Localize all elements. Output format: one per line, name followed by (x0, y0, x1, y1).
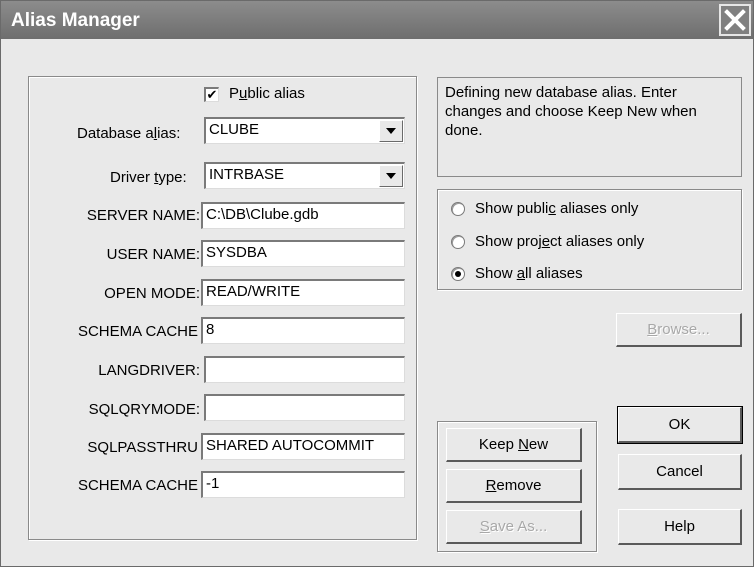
cancel-button-label: Cancel (656, 463, 703, 480)
browse-button[interactable]: Browse... (616, 313, 742, 347)
close-icon (724, 9, 746, 31)
schema-cache-field[interactable]: 8 (201, 317, 405, 344)
public-alias-checkbox[interactable]: ✔ (204, 87, 219, 102)
show-project-label[interactable]: Show project aliases only (475, 233, 644, 250)
help-button-label: Help (664, 518, 695, 535)
remove-button-label: Remove (485, 477, 542, 494)
show-all-label[interactable]: Show all aliases (475, 265, 583, 282)
help-button[interactable]: Help (618, 509, 742, 545)
server-name-field[interactable]: C:\DB\Clube.gdb (201, 202, 405, 229)
param-label: USER NAME: (106, 246, 200, 263)
langdriver-field[interactable] (204, 356, 405, 383)
alias-manager-window: Alias Manager ✔ Public alias Database al… (0, 0, 754, 567)
user-name-field[interactable]: SYSDBA (201, 240, 405, 267)
show-public-radio[interactable] (451, 202, 465, 216)
database-alias-label: Database alias: (77, 125, 181, 142)
sqlqrymode-field[interactable] (204, 394, 405, 421)
keep-new-button[interactable]: Keep New (446, 428, 582, 462)
cancel-button[interactable]: Cancel (618, 454, 742, 490)
chevron-down-icon (386, 173, 396, 179)
chevron-down-icon (386, 128, 396, 134)
show-public-label[interactable]: Show public aliases only (475, 200, 638, 217)
database-alias-value: CLUBE (209, 121, 260, 138)
database-alias-combo[interactable]: CLUBE (204, 117, 405, 144)
ok-button[interactable]: OK (617, 406, 743, 444)
driver-type-dropdown-button[interactable] (379, 165, 403, 187)
public-alias-label: Public alias (229, 85, 305, 102)
param-label: SCHEMA CACHE (77, 477, 198, 494)
schema-cache-field-2[interactable]: -1 (201, 471, 405, 498)
info-line: Defining new database alias. Enter (445, 84, 677, 101)
info-line: done. (445, 122, 483, 139)
driver-type-combo[interactable]: INTRBASE (204, 162, 405, 189)
browse-button-label: Browse... (647, 321, 710, 338)
remove-button[interactable]: Remove (446, 469, 582, 503)
ok-button-label: OK (668, 416, 691, 433)
param-label: SQLQRYMODE: (88, 401, 200, 418)
save-as-button[interactable]: Save As... (446, 510, 582, 544)
close-button[interactable] (719, 4, 751, 36)
title-bar[interactable]: Alias Manager (1, 1, 753, 39)
info-text: Defining new database alias. Enter chang… (445, 83, 697, 140)
param-label: SQLPASSTHRU (87, 439, 198, 456)
database-alias-dropdown-button[interactable] (379, 120, 403, 142)
show-all-radio[interactable] (451, 267, 465, 281)
save-as-button-label: Save As... (479, 518, 548, 535)
window-title: Alias Manager (11, 10, 140, 31)
radio-selected-dot (455, 271, 461, 277)
param-label: SCHEMA CACHE (77, 323, 198, 340)
checkmark-icon: ✔ (206, 87, 218, 102)
param-label: SERVER NAME: (86, 207, 200, 224)
param-label: LANGDRIVER: (98, 362, 200, 379)
info-panel: Defining new database alias. Enter chang… (437, 77, 742, 177)
open-mode-field[interactable]: READ/WRITE (201, 279, 405, 306)
driver-type-label: Driver type: (110, 169, 187, 186)
info-line: changes and choose Keep New when (445, 103, 697, 120)
param-label: OPEN MODE: (104, 285, 200, 302)
show-project-radio[interactable] (451, 235, 465, 249)
driver-type-value: INTRBASE (209, 166, 285, 183)
keep-new-button-label: Keep New (478, 436, 549, 453)
sqlpassthru-field[interactable]: SHARED AUTOCOMMIT (201, 433, 405, 460)
